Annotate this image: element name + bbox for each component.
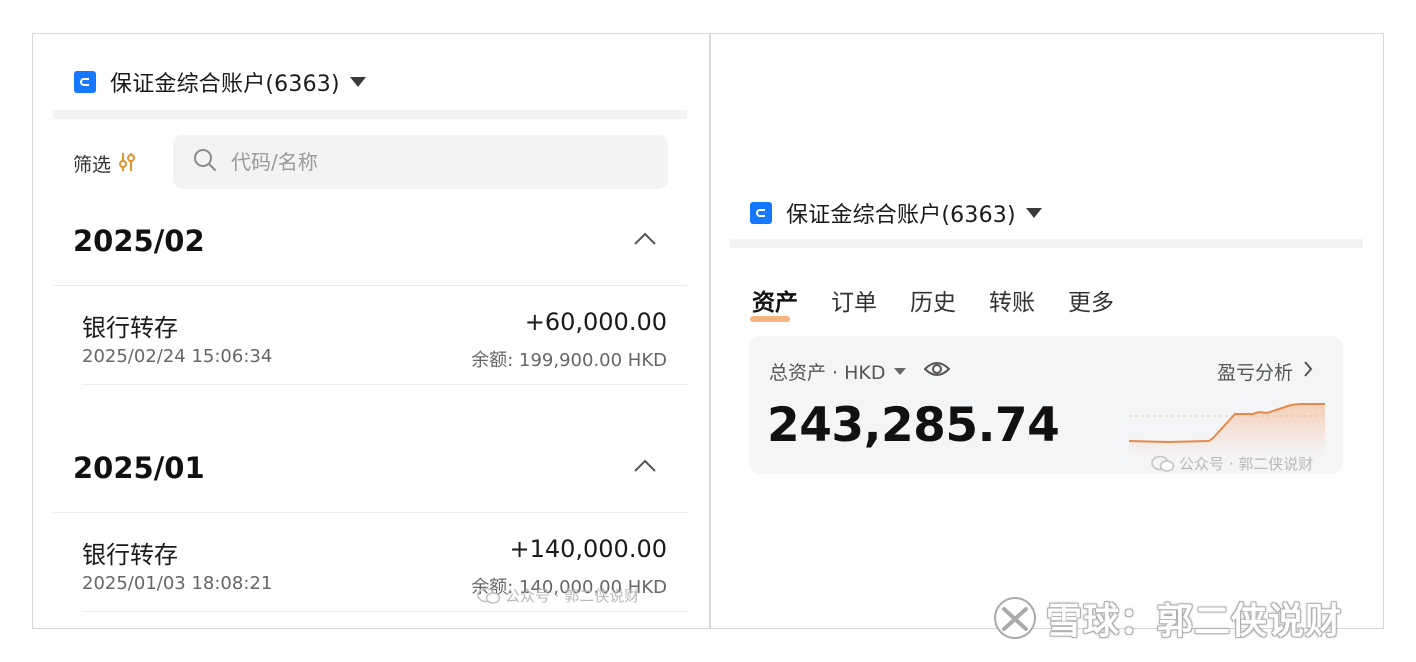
wallet-icon [74,71,96,93]
chevron-up-icon[interactable] [633,230,657,250]
month-title: 2025/02 [73,224,205,258]
transaction-balance: 余额: 199,900.00 HKD [471,350,667,371]
chevron-up-icon[interactable] [633,457,657,477]
filter-label: 筛选 [73,154,112,176]
month-group-header[interactable]: 2025/02 [73,224,669,264]
month-group-header[interactable]: 2025/01 [73,451,669,491]
total-assets-value: 243,285.74 [767,398,1060,453]
tab-assets[interactable]: 资产 [750,283,798,322]
tab-orders[interactable]: 订单 [831,283,877,317]
divider [82,384,687,385]
xueqiu-watermark-text: 雪球：郭二侠说财 [1046,601,1343,642]
divider [53,285,687,286]
search-icon [193,148,217,176]
tab-label: 转账 [989,290,1035,316]
caret-down-icon[interactable] [349,77,366,87]
transaction-time: 2025/02/24 15:06:34 [82,346,273,367]
tab-label: 更多 [1068,290,1114,316]
tab-label: 资产 [752,290,798,316]
xueqiu-watermark: 雪球：郭二侠说财 [992,592,1342,644]
asset-sparkline [1129,403,1325,456]
transaction-time: 2025/01/03 18:08:21 [82,573,273,594]
wechat-watermark-text: 公众号 · 郭二侠说财 [505,587,640,605]
section-divider [730,239,1363,248]
wechat-icon [1151,455,1175,472]
tab-bar: 资产 订单 历史 转账 更多 [750,283,1147,322]
pnl-analysis-label: 盈亏分析 [1216,362,1293,384]
wechat-watermark: 公众号 · 郭二侠说财 [477,585,639,606]
divider [53,512,687,513]
account-selector[interactable]: 保证金综合账户(6363) [750,197,1042,229]
month-title: 2025/01 [73,451,205,485]
filter-icon [117,151,137,177]
active-tab-indicator [750,316,790,322]
tab-label: 订单 [831,290,877,316]
screenshot-frame: 保证金综合账户(6363) 筛选 2025/02 [32,33,1384,629]
caret-down-icon[interactable] [1025,208,1042,218]
xueqiu-logo [994,597,1036,639]
transaction-amount: +140,000.00 [509,535,667,563]
wechat-icon [477,587,501,604]
transaction-amount: +60,000.00 [524,308,667,336]
tab-label: 历史 [910,290,956,316]
total-assets-label: 总资产 · HKD [769,362,886,384]
search-box[interactable] [173,135,668,189]
currency-selector[interactable]: 总资产 · HKD [769,358,950,385]
tab-transfer[interactable]: 转账 [989,283,1035,317]
search-input[interactable] [229,149,633,175]
wechat-watermark-text: 公众号 · 郭二侠说财 [1179,455,1314,473]
eye-icon[interactable] [923,359,950,384]
wallet-icon [750,202,772,224]
chevron-right-icon [1303,360,1313,383]
panel-divider [709,34,711,628]
account-title: 保证金综合账户(6363) [110,72,340,97]
wechat-watermark: 公众号 · 郭二侠说财 [1151,453,1313,474]
divider [82,611,687,612]
filter-button[interactable]: 筛选 [73,150,137,177]
account-title: 保证金综合账户(6363) [786,203,1016,228]
pnl-analysis-link[interactable]: 盈亏分析 [1217,358,1313,385]
caret-down-icon [893,368,906,375]
transaction-row[interactable]: 银行转存 2025/02/24 15:06:34 +60,000.00 余额: … [82,308,667,378]
tab-more[interactable]: 更多 [1068,283,1114,317]
tab-history[interactable]: 历史 [910,283,956,317]
account-selector[interactable]: 保证金综合账户(6363) [74,66,366,98]
transaction-type: 银行转存 [82,541,178,569]
transaction-type: 银行转存 [82,314,178,342]
section-divider [53,110,687,119]
